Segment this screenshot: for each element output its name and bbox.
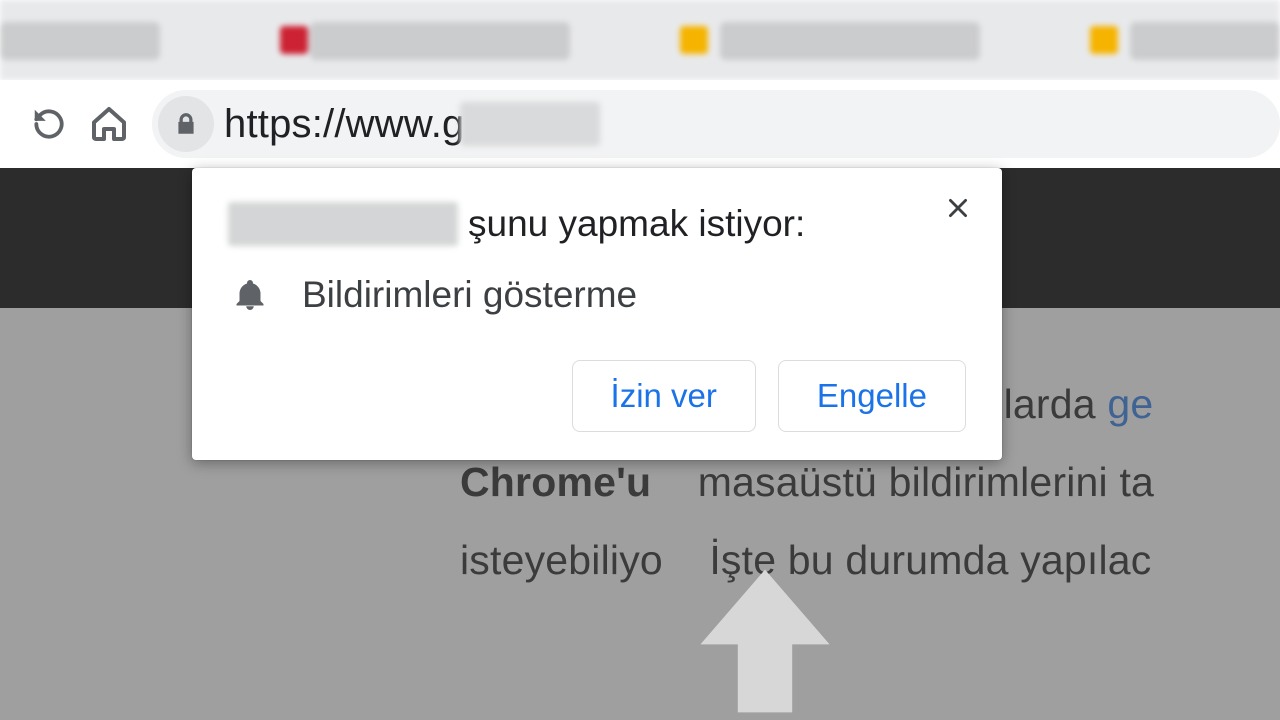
address-bar[interactable]: https://www.g	[152, 90, 1280, 158]
up-arrow-graphic	[680, 556, 850, 720]
browser-toolbar: https://www.g	[0, 80, 1280, 168]
tab-strip	[0, 0, 1280, 80]
requesting-domain-obscured	[228, 202, 458, 246]
popup-headline: şunu yapmak istiyor:	[228, 202, 966, 246]
permission-popup: şunu yapmak istiyor: Bildirimleri göster…	[192, 168, 1002, 460]
home-button[interactable]	[84, 99, 134, 149]
article-text: isteyebiliyo	[460, 537, 663, 583]
allow-button[interactable]: İzin ver	[572, 360, 756, 432]
url-text: https://www.g	[224, 102, 464, 147]
article-text-bold: Chrome'u	[460, 459, 651, 505]
reload-icon	[30, 105, 68, 143]
popup-actions: İzin ver Engelle	[228, 360, 966, 432]
article-text: masaüstü bildirimlerini ta	[698, 459, 1154, 505]
block-button[interactable]: Engelle	[778, 360, 966, 432]
lock-icon	[173, 111, 199, 137]
permission-row: Bildirimleri gösterme	[232, 274, 966, 316]
home-icon	[89, 104, 129, 144]
close-button[interactable]	[936, 186, 980, 230]
permission-label: Bildirimleri gösterme	[302, 274, 637, 316]
site-info-button[interactable]	[158, 96, 214, 152]
reload-button[interactable]	[24, 99, 74, 149]
bell-icon	[232, 277, 268, 313]
article-link[interactable]: ge	[1107, 381, 1153, 427]
url-obscured	[460, 102, 600, 146]
close-icon	[945, 195, 971, 221]
popup-headline-text: şunu yapmak istiyor:	[468, 203, 805, 245]
